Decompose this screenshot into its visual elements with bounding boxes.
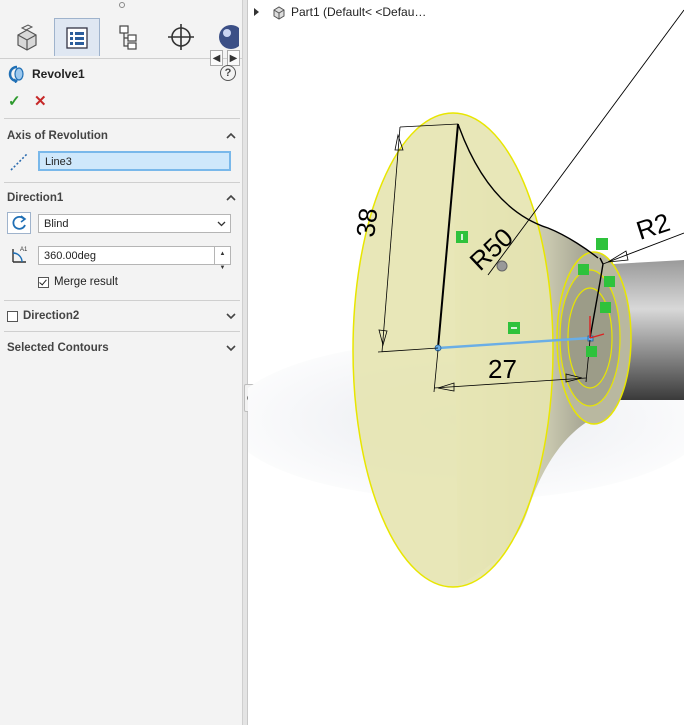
reverse-direction-icon bbox=[12, 215, 27, 230]
selected-contours-title: Selected Contours bbox=[7, 342, 109, 354]
revolve-icon bbox=[8, 65, 24, 83]
angle-icon: A1 bbox=[12, 247, 28, 263]
dim-27-text[interactable]: 27 bbox=[488, 354, 517, 384]
divider bbox=[4, 182, 240, 183]
graphics-viewport[interactable]: Part1 (Default< <Defau… 38 27 R50 R2 bbox=[248, 0, 684, 725]
part-icon bbox=[17, 24, 37, 51]
divider bbox=[4, 118, 240, 119]
angle-spinner[interactable]: ▲ ▼ bbox=[214, 247, 230, 271]
end-condition-value: Blind bbox=[44, 218, 69, 230]
coincident-relation-icon[interactable] bbox=[604, 276, 615, 287]
direction2-checkbox[interactable] bbox=[7, 310, 18, 322]
dim-r2-text[interactable]: R2 bbox=[633, 207, 674, 246]
divider bbox=[4, 331, 240, 332]
page-title: Revolve1 bbox=[32, 67, 85, 81]
spin-up-icon[interactable]: ▲ bbox=[215, 247, 230, 261]
selected-contours-header[interactable]: Selected Contours bbox=[0, 338, 243, 358]
cancel-button[interactable]: ✕ bbox=[34, 92, 47, 110]
configuration-icon bbox=[119, 25, 137, 50]
divider bbox=[4, 300, 240, 301]
direction2-section-header[interactable]: Direction2 bbox=[0, 306, 243, 326]
panel-tabs: ◀ ▶ bbox=[0, 14, 243, 66]
property-manager-icon bbox=[66, 26, 88, 49]
coincident-relation-icon[interactable] bbox=[586, 346, 597, 357]
feature-header: Revolve1 ? bbox=[8, 64, 236, 84]
coincident-relation-icon[interactable] bbox=[578, 264, 589, 275]
merge-result-label: Merge result bbox=[54, 276, 118, 288]
dim-arrow bbox=[607, 250, 629, 263]
angle-input[interactable]: 360.00deg ▲ ▼ bbox=[38, 246, 231, 271]
ok-cancel-bar: ✓ ✕ bbox=[8, 92, 68, 110]
arc-center-icon bbox=[496, 260, 508, 272]
direction1-section-header[interactable]: Direction1 bbox=[0, 188, 243, 208]
tab-configuration-manager[interactable] bbox=[106, 18, 152, 56]
tab-feature-manager[interactable] bbox=[4, 18, 50, 56]
axis-section-title: Axis of Revolution bbox=[7, 130, 108, 142]
reverse-direction-button[interactable] bbox=[7, 212, 31, 234]
ok-button[interactable]: ✓ bbox=[8, 92, 21, 110]
panel-grabber[interactable] bbox=[119, 2, 125, 8]
tab-property-manager[interactable] bbox=[54, 18, 100, 56]
end-condition-select[interactable]: Blind bbox=[38, 214, 231, 233]
merge-result-checkbox[interactable] bbox=[38, 277, 49, 288]
model-canvas: 38 27 R50 R2 bbox=[248, 9, 684, 588]
svg-text:A1: A1 bbox=[20, 247, 28, 253]
chevron-down-icon bbox=[217, 221, 226, 227]
angle-value: 360.00deg bbox=[44, 250, 96, 262]
help-button[interactable]: ? bbox=[220, 65, 236, 81]
direction1-title: Direction1 bbox=[7, 192, 64, 204]
dim-38-text[interactable]: 38 bbox=[350, 206, 383, 238]
spin-down-icon[interactable]: ▼ bbox=[215, 261, 230, 275]
chevron-up-icon[interactable] bbox=[225, 192, 237, 204]
axis-line-icon bbox=[10, 153, 28, 171]
tab-dimxpert[interactable] bbox=[158, 18, 204, 56]
vertical-relation-icon[interactable] bbox=[600, 302, 611, 313]
property-manager-panel: ◀ ▶ Revolve1 ? ✓ ✕ Axis of Revolution Li… bbox=[0, 0, 243, 725]
chevron-up-icon[interactable] bbox=[225, 130, 237, 142]
direction2-title: Direction2 bbox=[23, 310, 80, 322]
axis-section-header[interactable]: Axis of Revolution bbox=[0, 126, 243, 146]
appearance-icon bbox=[219, 25, 239, 49]
dimxpert-icon bbox=[168, 24, 194, 50]
tangent-relation-icon[interactable] bbox=[596, 238, 608, 250]
axis-field[interactable]: Line3 bbox=[38, 151, 231, 171]
chevron-down-icon[interactable] bbox=[225, 342, 237, 354]
chevron-down-icon[interactable] bbox=[225, 310, 237, 322]
